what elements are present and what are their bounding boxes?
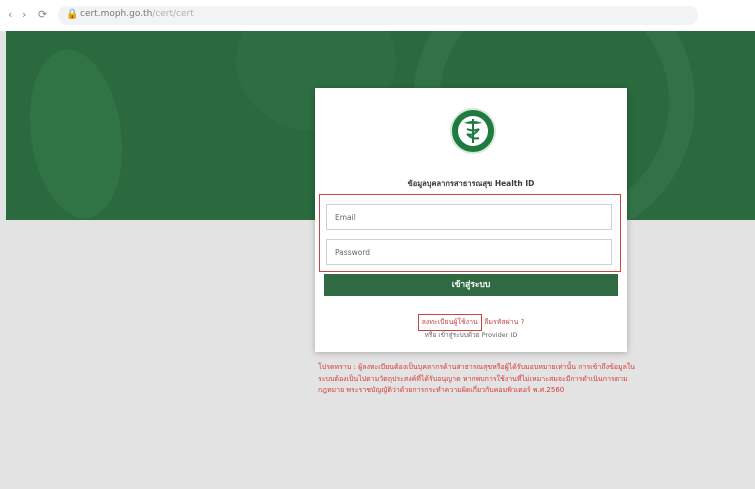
browser-toolbar: ‹ › ⟳ 🔒 cert.moph.go.th/cert/cert [0, 0, 755, 32]
address-text: cert.moph.go.th/cert/cert [80, 9, 194, 19]
decorative-leaf [19, 43, 133, 220]
forward-icon[interactable]: › [22, 8, 26, 21]
forgot-password-link[interactable]: ลืมรหัสผ่าน ? [484, 318, 524, 326]
password-field[interactable]: Password [326, 239, 612, 265]
url-path: /cert/cert [152, 9, 194, 19]
card-title: ข้อมูลบุคลากรสาธารณสุข Health ID [407, 179, 535, 188]
login-button[interactable]: เข้าสู่ระบบ [324, 274, 618, 296]
ministry-logo [450, 108, 496, 154]
back-icon[interactable]: ‹ [8, 8, 12, 21]
login-card: ข้อมูลบุคลากรสาธารณสุข Health ID Email P… [315, 88, 627, 352]
legal-notice: โปรดทราบ : ผู้ลงทะเบียนต้องเป็นบุคลากรด้… [318, 362, 638, 397]
email-field[interactable]: Email [326, 204, 612, 230]
credentials-highlight: Email Password [319, 194, 621, 272]
link-row: ลงทะเบียนผู้ใช้งาน ลืมรหัสผ่าน ? [315, 314, 627, 331]
caduceus-icon [464, 119, 482, 143]
register-link[interactable]: ลงทะเบียนผู้ใช้งาน [417, 314, 482, 331]
reload-icon[interactable]: ⟳ [38, 8, 47, 21]
address-bar[interactable]: 🔒 cert.moph.go.th/cert/cert [58, 6, 698, 25]
lock-icon: 🔒 [66, 9, 79, 20]
url-host: cert.moph.go.th [80, 9, 153, 19]
notice-text: โปรดทราบ : ผู้ลงทะเบียนต้องเป็นบุคลากรด้… [318, 363, 636, 394]
provider-login-text[interactable]: หรือ เข้าสู่ระบบด้วย Provider ID [315, 330, 627, 340]
